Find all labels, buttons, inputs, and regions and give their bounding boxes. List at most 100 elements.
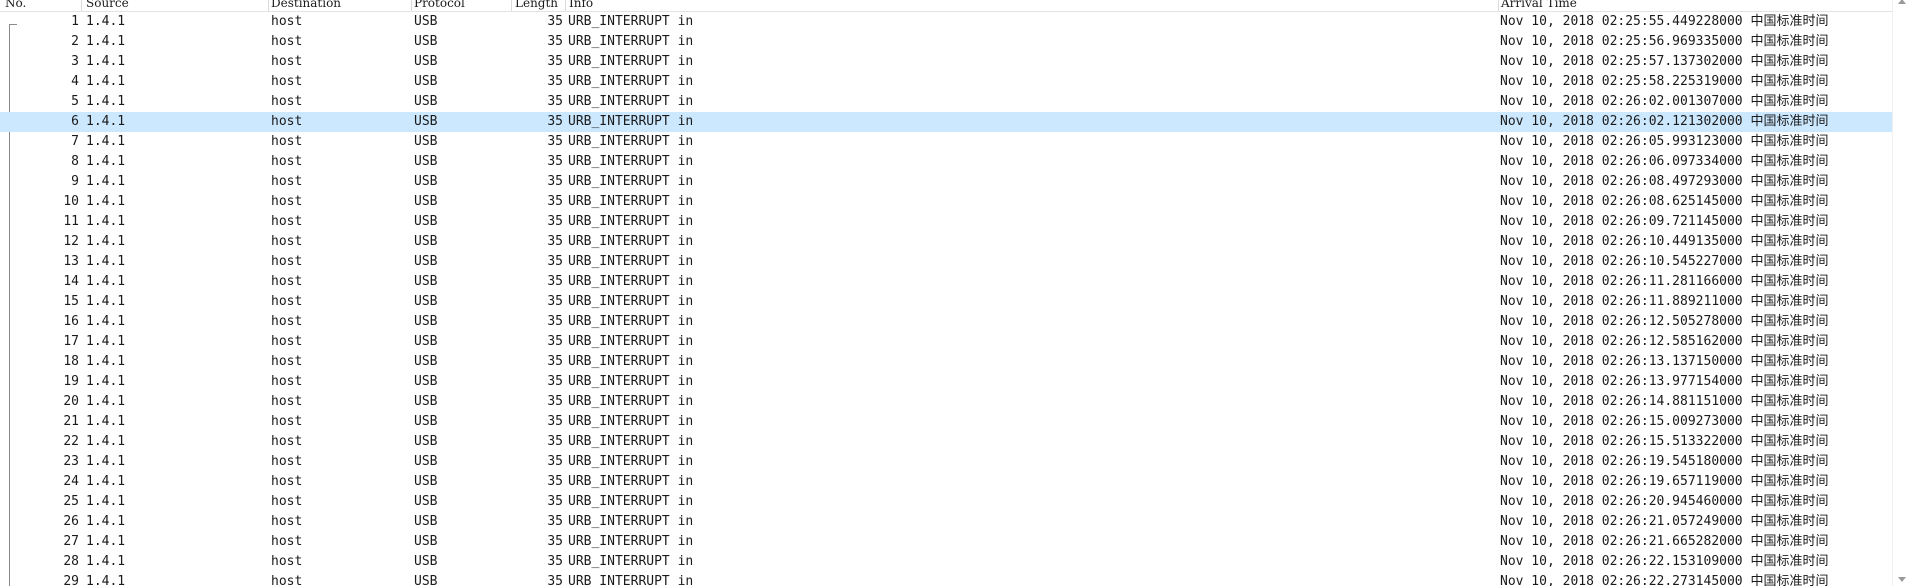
packet-destination: host [271,94,303,109]
packet-row[interactable]: 9 1.4.1 host USB 35 URB_INTERRUPT in Nov 10, 2… [0,172,1893,192]
packet-length: 35 [547,214,563,229]
packet-source: 1.4.1 [86,14,126,29]
packet-source: 1.4.1 [86,114,126,129]
packet-protocol: USB [414,114,438,129]
packet-protocol: USB [414,14,438,29]
packet-destination: host [271,54,303,69]
packet-row[interactable]: 14 1.4.1 host USB 35 URB_INTERRUPT in Nov 10, … [0,272,1893,292]
packet-length: 35 [547,514,563,529]
column-separator[interactable] [411,0,412,11]
packet-source: 1.4.1 [86,514,126,529]
packet-length: 35 [547,94,563,109]
packet-list[interactable]: No. Source Destination Protocol Length I… [0,0,1893,586]
packet-source: 1.4.1 [86,54,126,69]
packet-source: 1.4.1 [86,414,126,429]
column-separator[interactable] [81,0,82,11]
packet-row[interactable]: 21 1.4.1 host USB 35 URB_INTERRUPT in Nov 10, … [0,412,1893,432]
packet-source: 1.4.1 [86,494,126,509]
packet-number: 9 [71,174,79,189]
packet-number: 20 [63,394,79,409]
packet-number: 21 [63,414,79,429]
packet-number: 5 [71,94,79,109]
packet-source: 1.4.1 [86,454,126,469]
packet-protocol: USB [414,94,438,109]
packet-row[interactable]: 16 1.4.1 host USB 35 URB_INTERRUPT in Nov 10, … [0,312,1893,332]
packet-length: 35 [547,274,563,289]
packet-rows: 1 1.4.1 host USB 35 URB_INTERRUPT in Nov 10, 2… [0,12,1893,586]
packet-source: 1.4.1 [86,574,126,586]
column-header-protocol[interactable]: Protocol [414,0,465,9]
packet-arrival-time: Nov 10, 2018 02:26:19.545180000 中国标准时间 [1500,454,1829,469]
packet-row[interactable]: 1 1.4.1 host USB 35 URB_INTERRUPT in Nov 10, 2… [0,12,1893,32]
packet-destination: host [271,434,303,449]
scroll-up-arrow-icon[interactable] [1898,0,1906,4]
packet-arrival-time: Nov 10, 2018 02:25:56.969335000 中国标准时间 [1500,34,1829,49]
packet-source: 1.4.1 [86,74,126,89]
packet-length: 35 [547,234,563,249]
packet-info: URB_INTERRUPT in [568,14,694,29]
packet-row[interactable]: 25 1.4.1 host USB 35 URB_INTERRUPT in Nov 10, … [0,492,1893,512]
packet-row[interactable]: 19 1.4.1 host USB 35 URB_INTERRUPT in Nov 10, … [0,372,1893,392]
packet-number: 2 [71,34,79,49]
column-separator[interactable] [511,0,512,11]
scroll-down-arrow-icon[interactable] [1898,577,1906,582]
packet-row[interactable]: 6 1.4.1 host USB 35 URB_INTERRUPT in Nov 10, 2… [0,112,1893,132]
packet-protocol: USB [414,274,438,289]
packet-source: 1.4.1 [86,154,126,169]
packet-row[interactable]: 24 1.4.1 host USB 35 URB_INTERRUPT in Nov 10, … [0,472,1893,492]
packet-arrival-time: Nov 10, 2018 02:26:11.281166000 中国标准时间 [1500,274,1829,289]
packet-arrival-time: Nov 10, 2018 02:25:57.137302000 中国标准时间 [1500,54,1829,69]
packet-protocol: USB [414,234,438,249]
packet-length: 35 [547,54,563,69]
packet-row[interactable]: 11 1.4.1 host USB 35 URB_INTERRUPT in Nov 10, … [0,212,1893,232]
packet-row[interactable]: 2 1.4.1 host USB 35 URB_INTERRUPT in Nov 10, 2… [0,32,1893,52]
column-header-source[interactable]: Source [86,0,129,9]
packet-destination: host [271,74,303,89]
packet-destination: host [271,474,303,489]
packet-protocol: USB [414,154,438,169]
packet-number: 22 [63,434,79,449]
packet-length: 35 [547,454,563,469]
packet-protocol: USB [414,54,438,69]
packet-row[interactable]: 15 1.4.1 host USB 35 URB_INTERRUPT in Nov 10, … [0,292,1893,312]
packet-row[interactable]: 4 1.4.1 host USB 35 URB_INTERRUPT in Nov 10, 2… [0,72,1893,92]
packet-row[interactable]: 10 1.4.1 host USB 35 URB_INTERRUPT in Nov 10, … [0,192,1893,212]
packet-row[interactable]: 18 1.4.1 host USB 35 URB_INTERRUPT in Nov 10, … [0,352,1893,372]
packet-arrival-time: Nov 10, 2018 02:26:12.585162000 中国标准时间 [1500,334,1829,349]
packet-row[interactable]: 5 1.4.1 host USB 35 URB_INTERRUPT in Nov 10, 2… [0,92,1893,112]
packet-row[interactable]: 28 1.4.1 host USB 35 URB_INTERRUPT in Nov 10, … [0,552,1893,572]
packet-row[interactable]: 17 1.4.1 host USB 35 URB_INTERRUPT in Nov 10, … [0,332,1893,352]
packet-row[interactable]: 7 1.4.1 host USB 35 URB_INTERRUPT in Nov 10, 2… [0,132,1893,152]
column-separator[interactable] [565,0,566,11]
packet-length: 35 [547,134,563,149]
packet-row[interactable]: 22 1.4.1 host USB 35 URB_INTERRUPT in Nov 10, … [0,432,1893,452]
packet-arrival-time: Nov 10, 2018 02:26:20.945460000 中国标准时间 [1500,494,1829,509]
packet-row[interactable]: 12 1.4.1 host USB 35 URB_INTERRUPT in Nov 10, … [0,232,1893,252]
column-header-arrival-time[interactable]: Arrival Time [1501,0,1577,9]
packet-row[interactable]: 26 1.4.1 host USB 35 URB_INTERRUPT in Nov 10, … [0,512,1893,532]
packet-number: 25 [63,494,79,509]
packet-destination: host [271,334,303,349]
packet-number: 7 [71,134,79,149]
column-separator[interactable] [268,0,269,11]
packet-row[interactable]: 3 1.4.1 host USB 35 URB_INTERRUPT in Nov 10, 2… [0,52,1893,72]
packet-number: 4 [71,74,79,89]
packet-info: URB_INTERRUPT in [568,294,694,309]
packet-row[interactable]: 8 1.4.1 host USB 35 URB_INTERRUPT in Nov 10, 2… [0,152,1893,172]
packet-row[interactable]: 29 1.4.1 host USB 35 URB_INTERRUPT in Nov 10, … [0,572,1893,586]
vertical-scrollbar[interactable] [1892,0,1911,586]
column-header-no[interactable]: No. [5,0,26,9]
packet-length: 35 [547,434,563,449]
column-header-length[interactable]: Length [515,0,558,9]
column-separator[interactable] [1498,0,1499,11]
packet-row[interactable]: 20 1.4.1 host USB 35 URB_INTERRUPT in Nov 10, … [0,392,1893,412]
packet-info: URB_INTERRUPT in [568,134,694,149]
packet-destination: host [271,314,303,329]
packet-row[interactable]: 23 1.4.1 host USB 35 URB_INTERRUPT in Nov 10, … [0,452,1893,472]
packet-row[interactable]: 13 1.4.1 host USB 35 URB_INTERRUPT in Nov 10, … [0,252,1893,272]
column-header-destination[interactable]: Destination [271,0,341,9]
packet-row[interactable]: 27 1.4.1 host USB 35 URB_INTERRUPT in Nov 10, … [0,532,1893,552]
column-header-info[interactable]: Info [569,0,593,9]
packet-protocol: USB [414,134,438,149]
packet-info: URB_INTERRUPT in [568,154,694,169]
